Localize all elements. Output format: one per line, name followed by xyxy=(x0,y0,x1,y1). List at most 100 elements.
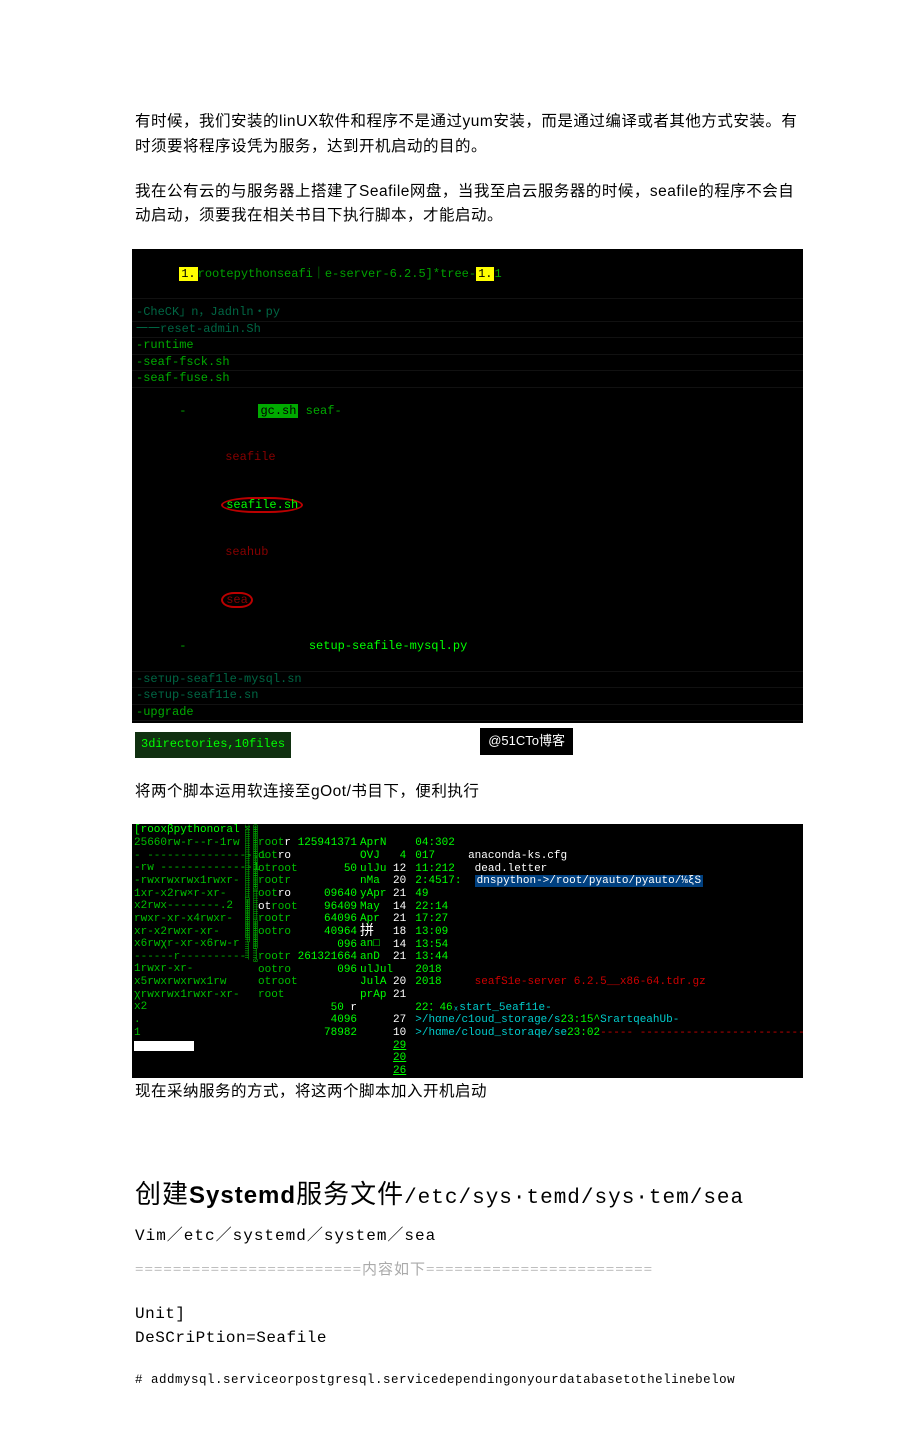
time-col: 13:09 xyxy=(415,926,803,939)
day-col: 4 xyxy=(393,850,406,863)
size-col: 50 r xyxy=(298,1002,357,1015)
size-col: 261321664 xyxy=(298,951,357,964)
day-col: 18 xyxy=(393,926,406,939)
user-col: otroot xyxy=(258,976,298,989)
vim-command: Vim／etc／systemd／system／sea xyxy=(135,1224,800,1250)
size-col: 4096 xyxy=(298,1014,357,1027)
perm-col: χrwxrwx1rwxr-xr- xyxy=(134,989,242,1002)
size-col: 40964 xyxy=(298,926,357,939)
tree-line: 一一reset-admin.Sh xyxy=(136,322,261,336)
day-col: 20 xyxy=(393,1052,406,1065)
perm-col: x2 xyxy=(134,1001,242,1014)
day-col: 29 xyxy=(393,1040,406,1053)
date-col: an□ xyxy=(360,938,393,951)
tree-line: -seтup-seaf11e.sn xyxy=(136,688,258,702)
tree-line: -runtime xyxy=(136,338,194,352)
time-col: 017 xyxy=(415,850,435,862)
perm-col: 1 xyxy=(134,1027,242,1040)
user-col: ootro xyxy=(258,926,298,939)
watermark-badge: @51CTo博客 xyxy=(480,728,573,755)
date-col: AprN xyxy=(360,837,393,850)
section-heading: 创建Systemd服务文件/etc/sys·temd/sys·tem/sea xyxy=(135,1174,800,1216)
prompt-tail: 1 xyxy=(494,267,501,281)
link-end-1: SrartqeahUb- xyxy=(600,1014,679,1026)
file-dead: dead.letter xyxy=(475,863,548,875)
unit-line: Unit] xyxy=(135,1302,800,1326)
day-col: 10 xyxy=(393,1027,406,1040)
tree-suffix: seaf- xyxy=(298,404,341,418)
user-col: otroot xyxy=(258,901,298,914)
tree-file-setup-py: setup-seafile-mysql.py xyxy=(309,639,467,653)
circled-file-seafile: seafile xyxy=(225,450,275,464)
date-col-cn: 拼 xyxy=(360,926,393,939)
terminal-tree-output: 1.rootepythonseafi｜e-server-6.2.5]*tree-… xyxy=(132,249,803,723)
perm-col: ------r---------- xyxy=(134,951,242,964)
divider-label: 内容如下 xyxy=(362,1262,426,1278)
size-col: 125941371 xyxy=(298,837,357,850)
date-col: ulJul xyxy=(360,964,393,977)
perm-col: 1xr-x2rw×r-xr- xyxy=(134,888,242,901)
time-col: 11:212 xyxy=(415,863,455,875)
after-terminal-2-para: 现在采纳服务的方式，将这两个脚本加入开机启动 xyxy=(135,1080,800,1105)
divider-eq-right: ======================== xyxy=(426,1262,653,1278)
unit-block: Unit] DeSCriPtion=Seafile xyxy=(135,1302,800,1350)
perm-col: rwxr-xr-x4rwxr- xyxy=(134,913,242,926)
perm-col: - ----------------.1 xyxy=(134,850,242,863)
file-anaconda: anaconda-ks.cfg xyxy=(468,850,567,862)
time-col: 22：46 xyxy=(415,1002,452,1014)
day-col: 21 xyxy=(393,888,406,901)
tree-line: -seтup-seaf1le-mysql.sn xyxy=(136,672,302,686)
user-col: rootr xyxy=(258,913,298,926)
user-col: rootr xyxy=(258,951,298,964)
file-dnspython: dnspython->/root/pyauto/pyauto/⅛ξS xyxy=(475,875,703,887)
description-line: DeSCriPtion=Seafile xyxy=(135,1326,800,1350)
tree-line: -CheCK」n，Jadnln・py xyxy=(136,305,280,319)
vert-chars-1: 1XtttttttttttttttttttttttttttttttO000000… xyxy=(242,824,250,1077)
link-time-1: 23:15^ xyxy=(560,1014,600,1026)
day-col: 14 xyxy=(393,901,406,914)
user-col: ootro xyxy=(258,888,298,901)
day-col: 20 xyxy=(393,875,406,888)
date-col: May xyxy=(360,901,393,914)
comment-line: # addmysql.serviceorpostgresql.servicede… xyxy=(135,1370,800,1390)
time-col: 2018 xyxy=(415,964,803,977)
divider-eq-left: ======================== xyxy=(135,1262,362,1278)
perm-col: 25660rw-r--r-1rw xyxy=(134,837,242,850)
prompt-highlight-right: 1. xyxy=(476,267,494,281)
date-col: nMa xyxy=(360,875,393,888)
perm-col: 1rwxr-xr- xyxy=(134,963,242,976)
heading-cn-2: 服务文件 xyxy=(296,1180,404,1209)
size-col: 96409 xyxy=(298,901,357,914)
intro-paragraph-1: 有时候，我们安装的linUX软件和程序不是通过yum安装，而是通过编译或者其他方… xyxy=(135,110,800,160)
circled-file-seafile-sh: seafile.sh xyxy=(226,498,298,512)
tree-line: -upgrade xyxy=(136,705,194,719)
user-col: rootr xyxy=(258,837,298,850)
perm-col: [rooxβpythonoral xyxy=(134,824,242,837)
date-col: JulA xyxy=(360,976,393,989)
time-col: 13:54 xyxy=(415,939,803,952)
perm-col: x6rwχr-xr-x6rw-r xyxy=(134,938,242,951)
time-col: 22:14 xyxy=(415,901,803,914)
user-col: root xyxy=(258,989,298,1002)
day-col: 14 xyxy=(393,939,406,952)
day-col: 27 xyxy=(393,1014,406,1027)
prompt-text: rootepythonseafi｜e-server-6.2.5]*tree- xyxy=(198,267,476,281)
day-col: 20 xyxy=(393,976,406,989)
terminal-ls-output: [rooxβpythonoral 25660rw-r--r-1rw - ----… xyxy=(132,824,803,1077)
user-col: rootr xyxy=(258,875,298,888)
vert-chars-2: 000000000000000000000000000001tttttttttt… xyxy=(250,824,258,1077)
heading-cn-1: 创建 xyxy=(135,1180,189,1209)
perm-col: -rwxrwxrwx1rwxr- xyxy=(134,875,242,888)
intro-paragraph-2: 我在公有云的与服务器上搭建了Seafile网盘，当我至启云服务器的时候，seaf… xyxy=(135,180,800,230)
time-col: 17:27 xyxy=(415,913,803,926)
perm-col: xr-x2rwxr-xr- xyxy=(134,926,242,939)
date-col: prAp xyxy=(360,989,393,1002)
mid-paragraph: 将两个脚本运用软连接至gOot/书目下，便利执行 xyxy=(135,780,800,805)
tree-line: -seaf-fsck.sh xyxy=(136,355,230,369)
date-col: anD xyxy=(360,951,393,964)
tree-prefix-2: - xyxy=(179,639,309,653)
day-col: 21 xyxy=(393,989,406,1002)
heading-path: /etc/sys·temd/sys·tem/sea xyxy=(404,1187,744,1210)
tree-prefix: - xyxy=(179,404,258,418)
perm-col: x5rwxrwxrwx1rw xyxy=(134,976,242,989)
